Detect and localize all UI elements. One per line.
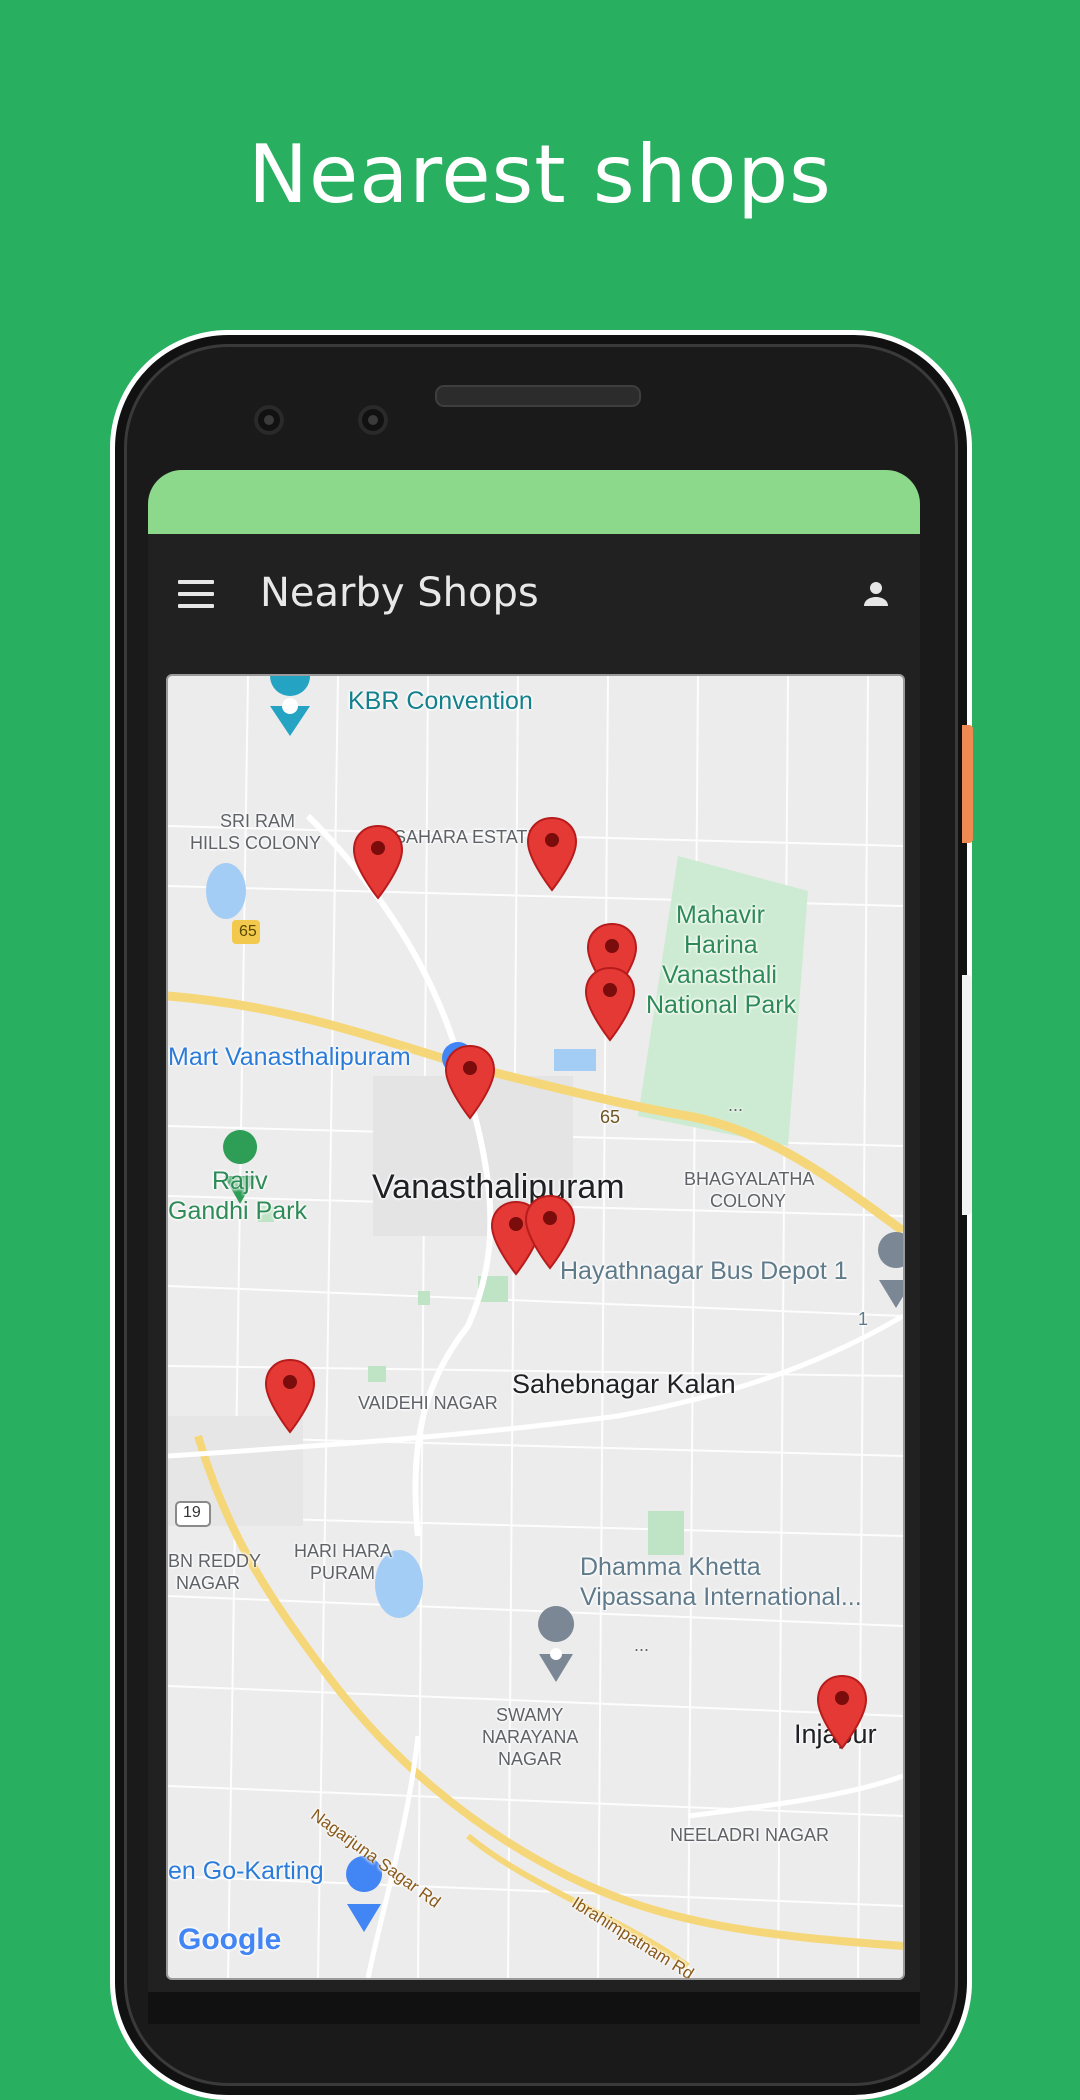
google-logo: Google: [178, 1923, 282, 1956]
map-label-neeladri-nagar: NEELADRI NAGAR: [670, 1825, 830, 1845]
map-label-mahavir: Mahavir: [676, 901, 765, 929]
map-label-dmart: Mart Vanasthalipuram: [168, 1043, 411, 1071]
route-65-shield-label: 65: [239, 923, 257, 940]
map-label-sahara-estate: SAHARA ESTATE: [394, 827, 540, 847]
phone-power-button: [962, 725, 973, 843]
map-label-hari-hara: HARI HARA: [294, 1541, 393, 1561]
map-label-narayana: NARAYANA: [482, 1727, 579, 1747]
phone-volume-button: [962, 975, 972, 1215]
map-view[interactable]: KBR Convention SRI RAM HILLS COLONY SAHA…: [166, 674, 905, 1980]
map-label-sri-ram: SRI RAM: [220, 811, 296, 831]
map-label-hayathnagar-bus-depot: Hayathnagar Bus Depot 1: [560, 1257, 848, 1285]
earpiece-speaker: [435, 385, 641, 407]
hamburger-menu-icon[interactable]: [178, 580, 214, 608]
map-label-swamy: SWAMY: [496, 1705, 564, 1725]
map-label-national-park: National Park: [646, 991, 797, 1019]
map-label-hills-colony: HILLS COLONY: [190, 833, 322, 853]
map-label-harina: Harina: [684, 931, 758, 959]
map-label-vaidehi-nagar: VAIDEHI NAGAR: [358, 1393, 498, 1413]
shop-pin[interactable]: [816, 1674, 868, 1750]
map-label-rajiv: Rajiv: [212, 1167, 268, 1195]
shop-pin[interactable]: [584, 966, 636, 1042]
shop-pin[interactable]: [524, 1194, 576, 1270]
map-label-kbr-convention: KBR Convention: [348, 687, 533, 715]
route-19-shield-label: 19: [183, 1504, 201, 1521]
app-bar-title: Nearby Shops: [260, 570, 539, 616]
navigation-bar: [148, 1992, 920, 2024]
map-label-ellipsis-park: ...: [728, 1095, 744, 1115]
map-label-bn-reddy: BN REDDY: [168, 1551, 262, 1571]
shop-pin[interactable]: [352, 824, 404, 900]
status-bar: [148, 470, 920, 534]
promo-title: Nearest shops: [248, 128, 832, 221]
front-sensor-icon: [358, 405, 388, 435]
map-label-sahebnagar-kalan: Sahebnagar Kalan: [512, 1369, 736, 1399]
map-label-vipassana-international: Vipassana International...: [580, 1583, 862, 1611]
map-label-swamy-nagar: NAGAR: [498, 1749, 563, 1769]
map-label-go-karting: en Go-Karting: [168, 1857, 324, 1885]
map-label-colony: COLONY: [710, 1191, 787, 1211]
map-label-puram: PURAM: [310, 1563, 376, 1583]
map-label-gandhi-park: Gandhi Park: [168, 1197, 307, 1225]
map-label-dhamma-khetta: Dhamma Khetta: [580, 1553, 761, 1581]
shop-pin[interactable]: [444, 1044, 496, 1120]
front-camera-icon: [254, 405, 284, 435]
account-icon[interactable]: [858, 576, 894, 612]
map-label-hayathnagar-number: 1: [858, 1309, 869, 1329]
map-label-vanasthali: Vanasthali: [662, 961, 777, 989]
shop-pin[interactable]: [526, 816, 578, 892]
map-label-bhagyalatha: BHAGYALATHA: [684, 1169, 815, 1189]
map-label-bn-reddy-nagar: NAGAR: [176, 1573, 241, 1593]
app-bar: Nearby Shops: [148, 534, 920, 658]
route-65-road-label: 65: [600, 1107, 621, 1127]
shop-pin[interactable]: [264, 1358, 316, 1434]
phone-screen: Nearby Shops KBR Convention SRI RAM HILL…: [148, 470, 920, 2024]
map-label-ellipsis-south: ...: [634, 1635, 650, 1655]
